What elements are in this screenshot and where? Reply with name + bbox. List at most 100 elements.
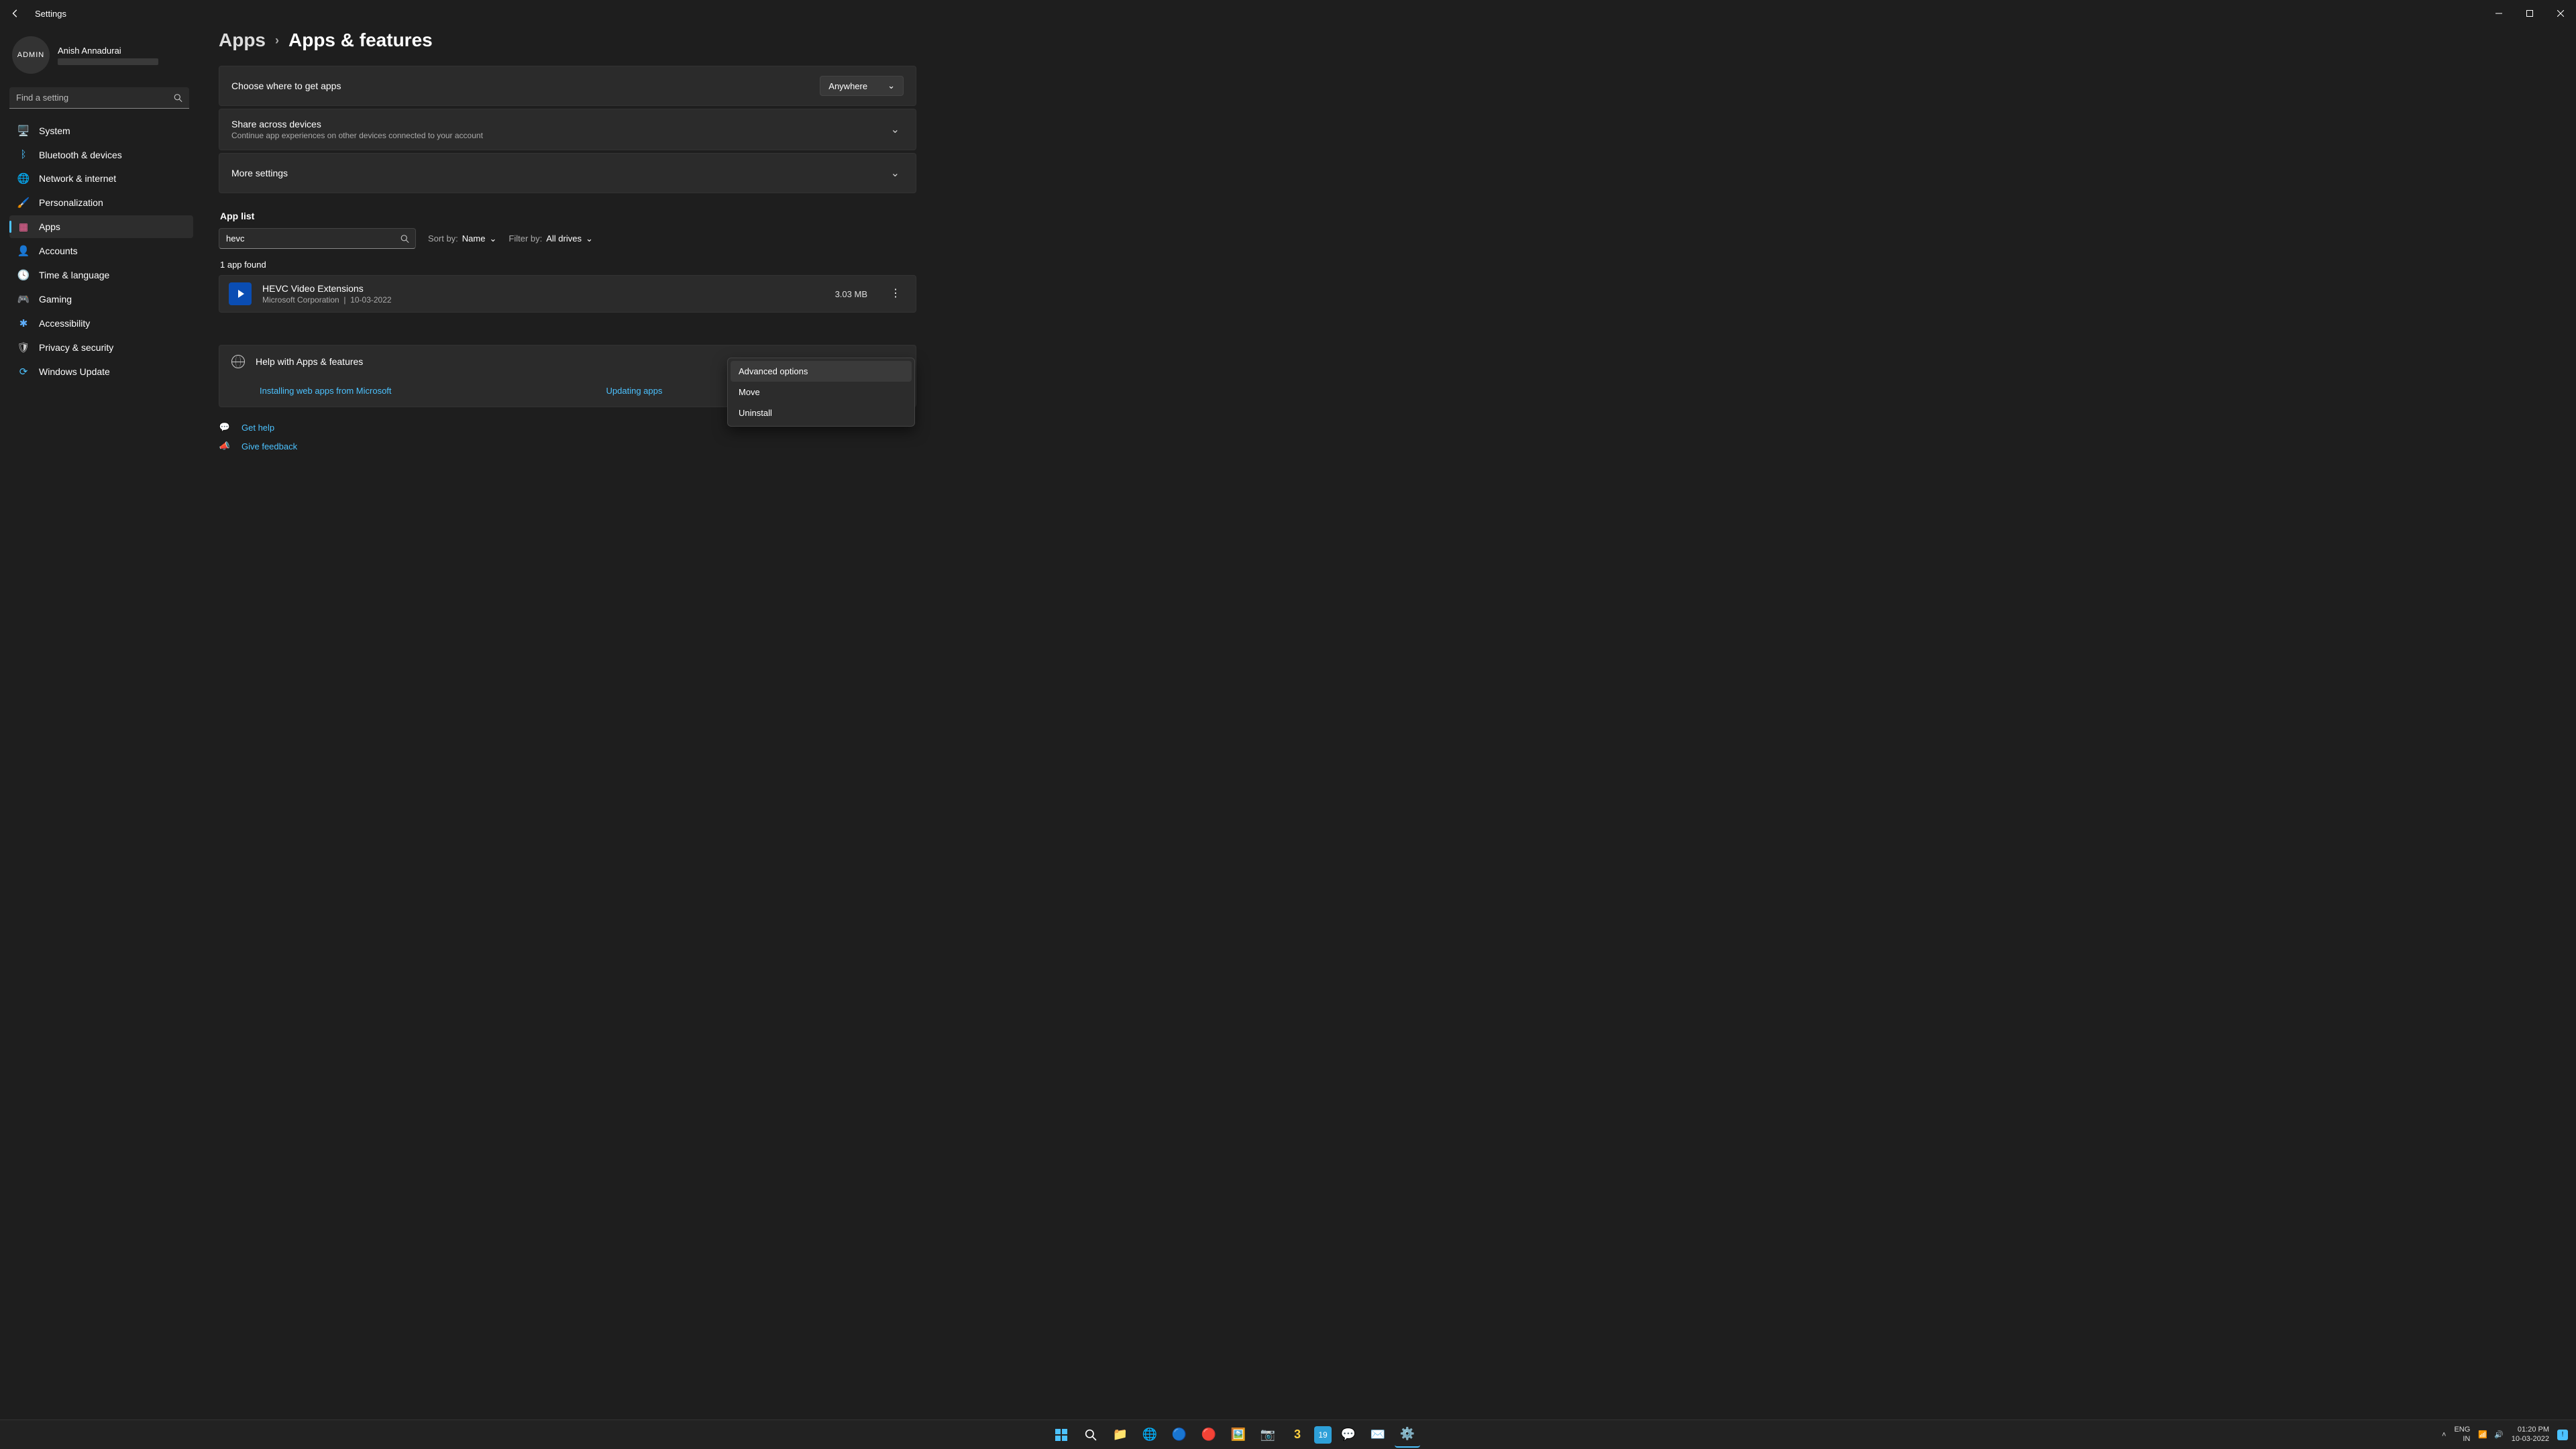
windows-icon [1055,1428,1068,1442]
context-advanced-options[interactable]: Advanced options [731,361,912,382]
app-search-input[interactable] [219,228,416,249]
user-block[interactable]: ADMIN Anish Annadurai [9,34,193,80]
sidebar-item-gaming[interactable]: 🎮Gaming [9,288,193,311]
chevron-right-icon: › [275,34,279,48]
app-more-button[interactable]: ⋮ [885,284,906,303]
avatar: ADMIN [12,36,50,74]
nav-label: Accessibility [39,318,90,329]
sidebar-item-personalization[interactable]: 🖌️Personalization [9,191,193,214]
breadcrumb: Apps › Apps & features [219,30,2563,51]
nav-label: Windows Update [39,366,110,377]
nav-label: Privacy & security [39,342,113,353]
close-icon [2557,10,2564,17]
card-more-settings[interactable]: More settings ⌄ [219,153,916,193]
taskbar-opera[interactable]: 🔴 [1196,1422,1222,1448]
app-count: 1 app found [220,260,916,270]
back-button[interactable] [7,5,24,22]
app-size: 3.03 MB [835,289,867,299]
window-title: Settings [35,9,66,19]
sidebar-item-apps[interactable]: ▦Apps [9,215,193,238]
tray-notifications[interactable]: ! [2557,1430,2568,1440]
maximize-button[interactable] [2514,3,2545,24]
nav-icon: 🎮 [17,293,30,305]
share-devices-sub: Continue app experiences on other device… [231,131,483,140]
nav-label: Apps [39,221,60,232]
app-icon [229,282,252,305]
sidebar-nav: 🖥️System ᛒ Bluetooth & devices 🌐Network & i… [9,119,193,383]
breadcrumb-parent[interactable]: Apps [219,30,266,51]
chevron-down-icon[interactable]: ⌄ [887,120,904,139]
chevron-down-icon: ⌄ [888,80,895,91]
sidebar-item-bluetooth-devices[interactable]: ᛒ Bluetooth & devices [9,144,193,166]
help-link-updating[interactable]: Updating apps [606,386,663,396]
user-name: Anish Annadurai [58,46,158,56]
card-share-devices[interactable]: Share across devices Continue app experi… [219,109,916,150]
context-uninstall[interactable]: Uninstall [731,402,912,423]
taskbar: 📁 🌐 🔵 🔴 🖼️ 📷 3 19 💬 ✉️ ⚙️ ˄ ENG IN 📶 🔊 0… [0,1419,2576,1449]
sidebar-item-privacy-security[interactable]: 🛡Privacy & security [9,336,193,359]
sidebar-item-windows-update[interactable]: ⟳ Windows Update [9,360,193,383]
chevron-down-icon[interactable]: ⌄ [887,164,904,182]
sidebar-item-accessibility[interactable]: ✱ Accessibility [9,312,193,335]
choose-apps-dropdown[interactable]: Anywhere ⌄ [820,76,904,96]
nav-label: Bluetooth & devices [39,150,122,160]
app-meta: Microsoft Corporation | 10-03-2022 [262,295,824,305]
main-content: Apps › Apps & features Choose where to g… [200,27,2576,1419]
titlebar: Settings [0,0,2576,27]
nav-icon: ✱ [17,317,30,329]
taskbar-edge[interactable]: 🌐 [1137,1422,1163,1448]
taskbar-mail[interactable]: ✉️ [1365,1422,1391,1448]
sidebar-item-time-language[interactable]: 🕓Time & language [9,264,193,286]
globe-icon [231,355,245,368]
app-item-hevc[interactable]: HEVC Video Extensions Microsoft Corporat… [219,275,916,313]
feedback-icon: 📣 [219,441,231,451]
context-move[interactable]: Move [731,382,912,402]
sidebar-item-system[interactable]: 🖥️System [9,119,193,142]
give-feedback-link[interactable]: 📣 Give feedback [219,441,916,451]
tray-chevron-up-icon[interactable]: ˄ [2442,1431,2446,1439]
system-tray: ˄ ENG IN 📶 🔊 01:20 PM 10-03-2022 ! [2442,1426,2576,1443]
maximize-icon [2526,10,2533,17]
nav-icon: 👤 [17,245,30,257]
taskbar-explorer[interactable]: 📁 [1108,1422,1133,1448]
chevron-down-icon: ⌄ [489,233,496,244]
choose-apps-value: Anywhere [828,81,867,91]
taskbar-app-3[interactable]: 3 [1285,1422,1310,1448]
taskbar-app-2[interactable]: 📷 [1255,1422,1281,1448]
taskbar-search[interactable] [1078,1422,1104,1448]
arrow-left-icon [11,9,20,18]
app-name: HEVC Video Extensions [262,283,824,294]
settings-search-input[interactable] [9,87,189,109]
nav-label: System [39,125,70,136]
taskbar-settings[interactable]: ⚙️ [1395,1422,1420,1448]
nav-icon: ᛒ [17,149,30,160]
app-context-menu: Advanced options Move Uninstall [727,358,915,427]
nav-icon: 🕓 [17,269,30,281]
taskbar-discord[interactable]: 💬 [1336,1422,1361,1448]
sort-dropdown[interactable]: Sort by: Name ⌄ [428,233,496,244]
taskbar-chrome[interactable]: 🔵 [1167,1422,1192,1448]
search-icon [1085,1429,1097,1441]
taskbar-app-1[interactable]: 🖼️ [1226,1422,1251,1448]
taskbar-app-4[interactable]: 19 [1314,1426,1332,1444]
sidebar-item-accounts[interactable]: 👤Accounts [9,239,193,262]
help-link-installing[interactable]: Installing web apps from Microsoft [260,386,392,396]
nav-icon: ⟳ [17,366,30,378]
nav-label: Personalization [39,197,103,208]
tray-language[interactable]: ENG IN [2454,1426,2470,1443]
app-list-label: App list [220,211,916,221]
choose-apps-title: Choose where to get apps [231,80,341,91]
sidebar-item-network-internet[interactable]: 🌐Network & internet [9,167,193,190]
breadcrumb-current: Apps & features [288,30,433,51]
close-button[interactable] [2545,3,2576,24]
minimize-button[interactable] [2483,3,2514,24]
sidebar: ADMIN Anish Annadurai 🖥️System ᛒ Bluetooth… [0,27,200,1419]
tray-clock[interactable]: 01:20 PM 10-03-2022 [2512,1426,2549,1443]
start-button[interactable] [1049,1422,1074,1448]
tray-status-icons[interactable]: 📶 🔊 [2478,1430,2503,1439]
search-icon[interactable] [400,234,409,243]
nav-icon: 🌐 [17,172,30,184]
app-list-filters: Sort by: Name ⌄ Filter by: All drives ⌄ [219,228,916,249]
filter-dropdown[interactable]: Filter by: All drives ⌄ [508,233,593,244]
share-devices-title: Share across devices [231,119,483,129]
